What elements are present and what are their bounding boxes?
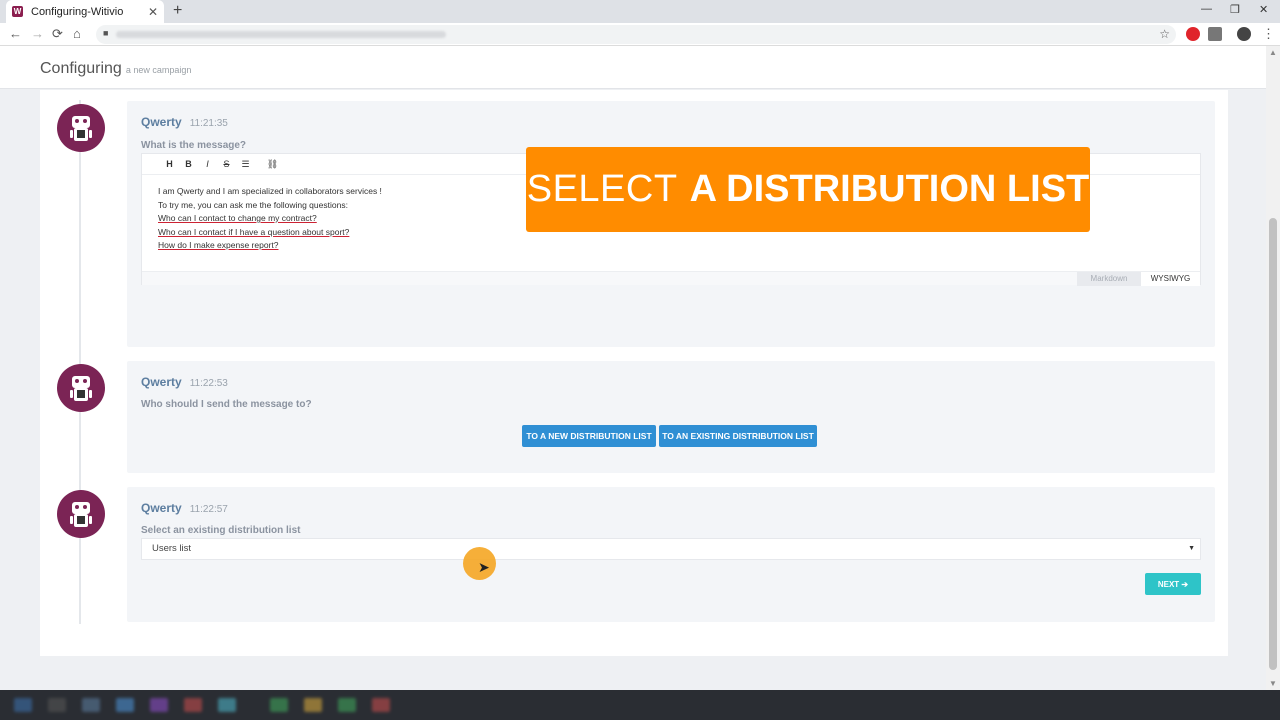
bot-avatar [57, 490, 105, 538]
new-distribution-list-button[interactable]: TO A NEW DISTRIBUTION LIST [522, 425, 656, 447]
bookmark-star-icon[interactable]: ☆ [1159, 27, 1170, 41]
bold-button[interactable]: B [179, 159, 198, 169]
next-button[interactable]: NEXT ➔ [1145, 573, 1201, 595]
message-card: Qwerty 11:22:53 Who should I send the mes… [127, 361, 1215, 473]
taskbar-app-icon[interactable] [338, 698, 356, 712]
editor-line: I am Qwerty and I am specialized in coll… [158, 186, 382, 196]
robot-icon [66, 113, 96, 143]
reload-icon[interactable]: ⟳ [52, 26, 63, 42]
scrollbar-thumb[interactable] [1269, 218, 1277, 670]
wysiwyg-mode-tab[interactable]: WYSIWYG [1141, 272, 1200, 286]
lock-icon: ■ [103, 28, 109, 38]
strikethrough-button[interactable]: S [217, 159, 236, 169]
italic-button[interactable]: I [198, 159, 217, 169]
markdown-mode-tab[interactable]: Markdown [1077, 272, 1141, 286]
message-author: Qwerty 11:22:57 [141, 501, 228, 515]
tutorial-banner: SELECT A DISTRIBUTION LIST [526, 147, 1090, 232]
forward-arrow-icon[interactable]: → [31, 26, 44, 41]
editor-line: How do I make expense report? [158, 240, 279, 250]
taskbar-app-icon[interactable] [14, 698, 32, 712]
caret-down-icon[interactable]: ▼ [1188, 539, 1195, 559]
mouse-pointer-icon: ➤ [478, 559, 490, 575]
message-time: 11:22:57 [189, 504, 228, 515]
browser-tab-bar: W Configuring-Witivio ✕ + — ❐ ✕ [0, 0, 1280, 23]
tab-title: Configuring-Witivio [31, 5, 124, 18]
os-taskbar [0, 690, 1280, 720]
message-question: Select an existing distribution list [141, 525, 301, 536]
banner-bold-text: A DISTRIBUTION LIST [689, 168, 1090, 210]
page-subtitle: a new campaign [125, 65, 192, 75]
robot-icon [66, 499, 96, 529]
scroll-up-icon[interactable]: ▲ [1269, 48, 1277, 57]
message-author: Qwerty 11:22:53 [141, 375, 228, 389]
page-title: Configuring a new campaign [40, 60, 191, 78]
app-header: Configuring a new campaign [0, 46, 1266, 89]
message-time: 11:21:35 [189, 118, 228, 129]
vertical-scrollbar[interactable]: ▲ ▼ [1266, 46, 1280, 690]
profile-avatar-icon[interactable] [1237, 27, 1251, 41]
taskbar-app-icon[interactable] [116, 698, 134, 712]
new-tab-button[interactable]: + [173, 2, 182, 20]
taskbar-app-icon[interactable] [48, 698, 66, 712]
banner-light-text: SELECT [526, 168, 678, 210]
heading-button[interactable]: H [160, 159, 179, 169]
author-name: Qwerty [141, 375, 182, 389]
home-icon[interactable]: ⌂ [73, 26, 81, 41]
minimize-button[interactable]: — [1201, 3, 1212, 15]
tab-close-icon[interactable]: ✕ [148, 5, 158, 19]
extension-icon[interactable] [1208, 27, 1222, 41]
close-window-button[interactable]: ✕ [1259, 3, 1268, 16]
taskbar-app-icon[interactable] [218, 698, 236, 712]
browser-toolbar: ← → ⟳ ⌂ ■ ☆ ⋮ [0, 23, 1280, 46]
taskbar-app-icon[interactable] [150, 698, 168, 712]
restore-button[interactable]: ❐ [1230, 3, 1240, 16]
witivio-favicon-icon: W [12, 6, 23, 17]
back-arrow-icon[interactable]: ← [9, 26, 22, 41]
message-author: Qwerty 11:21:35 [141, 115, 228, 129]
browser-tab[interactable]: W Configuring-Witivio ✕ [6, 0, 164, 23]
select-value: Users list [152, 543, 192, 554]
opera-extension-icon[interactable] [1186, 27, 1200, 41]
message-time: 11:22:53 [189, 378, 228, 389]
taskbar-app-icon[interactable] [184, 698, 202, 712]
existing-distribution-list-button[interactable]: TO AN EXISTING DISTRIBUTION LIST [659, 425, 817, 447]
editor-line: Who can I contact if I have a question a… [158, 226, 350, 237]
editor-mode-switch: Markdown WYSIWYG [142, 271, 1200, 286]
taskbar-app-icon[interactable] [82, 698, 100, 712]
timeline-line [79, 100, 81, 624]
editor-content[interactable]: I am Qwerty and I am specialized in coll… [158, 185, 382, 253]
message-card: Qwerty 11:22:57 Select an existing distri… [127, 487, 1215, 622]
address-bar[interactable]: ■ ☆ [96, 25, 1176, 44]
link-icon[interactable]: ⛓ [263, 159, 282, 170]
list-button[interactable]: ☰ [236, 159, 255, 170]
bot-avatar [57, 364, 105, 412]
distribution-list-select[interactable]: Users list ▼ [141, 538, 1201, 560]
robot-icon [66, 373, 96, 403]
message-question: Who should I send the message to? [141, 399, 312, 410]
url-redacted [116, 31, 446, 38]
author-name: Qwerty [141, 501, 182, 515]
editor-line: Who can I contact to change my contract? [158, 213, 317, 223]
page-title-text: Configuring [40, 60, 122, 77]
taskbar-app-icon[interactable] [270, 698, 288, 712]
taskbar-app-icon[interactable] [372, 698, 390, 712]
message-question: What is the message? [141, 140, 247, 151]
author-name: Qwerty [141, 115, 182, 129]
scroll-down-icon[interactable]: ▼ [1269, 679, 1277, 688]
browser-menu-icon[interactable]: ⋮ [1262, 26, 1275, 42]
taskbar-app-icon[interactable] [304, 698, 322, 712]
editor-line: To try me, you can ask me the following … [158, 199, 348, 210]
bot-avatar [57, 104, 105, 152]
